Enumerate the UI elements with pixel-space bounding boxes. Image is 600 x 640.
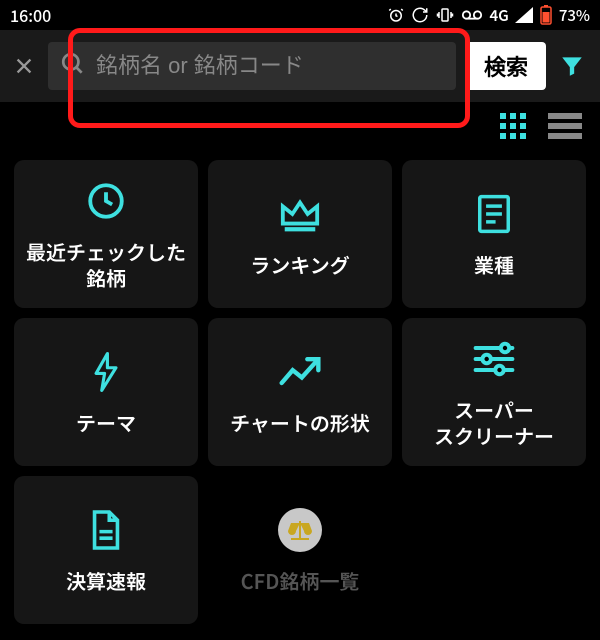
sliders-icon (470, 335, 518, 383)
card-label: 業種 (474, 252, 514, 278)
card-label: 決算速報 (66, 568, 146, 594)
grid-view-button[interactable] (498, 112, 532, 140)
search-icon (60, 51, 86, 82)
clock-icon (82, 177, 130, 225)
card-ranking[interactable]: ランキング (208, 160, 392, 308)
document-icon (82, 506, 130, 554)
card-super-screener[interactable]: スーパー スクリーナー (402, 318, 586, 466)
category-grid: 最近チェックした 銘柄 ランキング 業種 テーマ チャートの形状 スーパー スク… (0, 150, 600, 634)
card-label: テーマ (76, 410, 136, 436)
card-label: 最近チェックした 銘柄 (26, 239, 186, 291)
card-theme[interactable]: テーマ (14, 318, 198, 466)
alarm-icon (387, 6, 405, 24)
card-label: スーパー スクリーナー (434, 397, 554, 449)
card-recent[interactable]: 最近チェックした 銘柄 (14, 160, 198, 308)
search-row: 検索 (0, 30, 600, 102)
battery-icon (539, 5, 553, 25)
card-chart-shape[interactable]: チャートの形状 (208, 318, 392, 466)
vibrate-icon (435, 6, 455, 24)
card-earnings[interactable]: 決算速報 (14, 476, 198, 624)
list-icon (470, 190, 518, 238)
voicemail-icon (461, 7, 483, 23)
search-input[interactable] (96, 53, 444, 79)
view-toggle (0, 102, 600, 150)
search-box[interactable] (48, 42, 456, 90)
card-industry[interactable]: 業種 (402, 160, 586, 308)
scale-icon (276, 506, 324, 554)
card-cfd[interactable]: CFD銘柄一覧 (208, 476, 392, 624)
battery-percent: 73% (559, 5, 590, 26)
card-label: CFD銘柄一覧 (241, 568, 360, 594)
status-bar: 16:00 4G 73% (0, 0, 600, 30)
card-label: ランキング (250, 252, 349, 278)
list-view-button[interactable] (548, 112, 582, 140)
search-button[interactable]: 検索 (466, 42, 546, 90)
crown-icon (276, 190, 324, 238)
bolt-icon (82, 348, 130, 396)
card-label: チャートの形状 (230, 410, 370, 436)
filter-button[interactable] (556, 50, 588, 82)
trend-icon (276, 348, 324, 396)
refresh-icon (411, 6, 429, 24)
network-label: 4G (489, 5, 508, 26)
close-button[interactable] (10, 52, 38, 80)
signal-icon (515, 7, 533, 23)
status-time: 16:00 (10, 3, 51, 27)
